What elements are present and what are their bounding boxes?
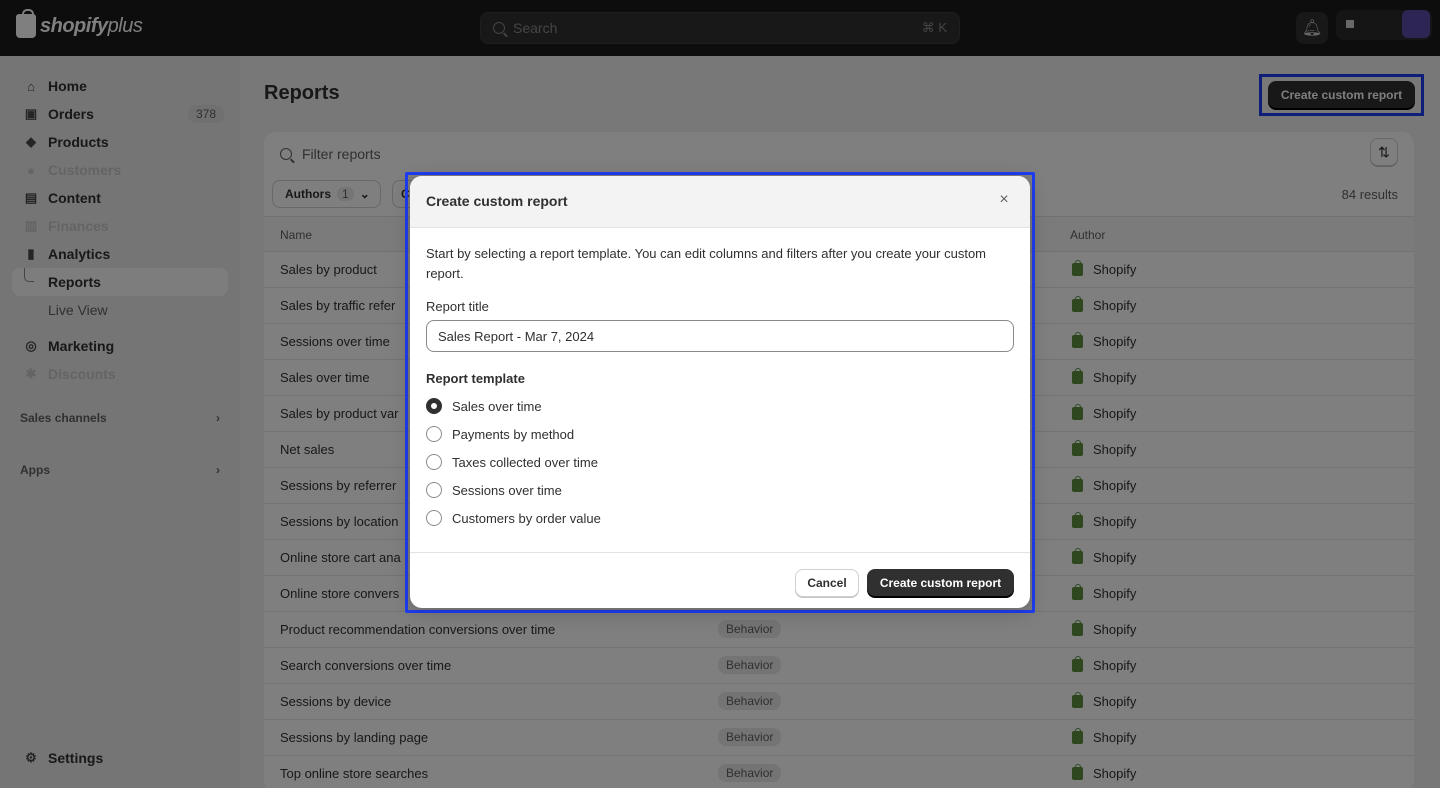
dialog-description: Start by selecting a report template. Yo… [426, 246, 987, 281]
radio-button[interactable] [426, 510, 442, 526]
submit-create-report-button[interactable]: Create custom report [867, 569, 1014, 597]
report-title-input[interactable]: Sales Report - Mar 7, 2024 [426, 320, 1014, 352]
report-template-label: Report template [426, 371, 525, 386]
cancel-button[interactable]: Cancel [795, 569, 859, 597]
template-option-label: Customers by order value [452, 510, 601, 526]
dialog-title: Create custom report [426, 193, 568, 209]
dialog-header: Create custom report × [410, 176, 1030, 228]
radio-button[interactable] [426, 482, 442, 498]
close-icon[interactable]: × [994, 190, 1014, 210]
template-option-label: Sessions over time [452, 482, 562, 498]
create-custom-report-dialog: Create custom report × Start by selectin… [410, 176, 1030, 608]
template-option-label: Taxes collected over time [452, 454, 598, 470]
template-radio-group: Sales over time Payments by method Taxes c… [426, 392, 1014, 532]
dialog-footer: Cancel Create custom report [410, 552, 1030, 608]
report-title-value: Sales Report - Mar 7, 2024 [438, 328, 595, 344]
template-option-label: Payments by method [452, 426, 575, 442]
template-option[interactable]: Customers by order value [426, 504, 1014, 532]
template-option[interactable]: Taxes collected over time [426, 448, 1014, 476]
report-title-label: Report title [426, 299, 489, 314]
template-option[interactable]: Payments by method [426, 420, 1014, 448]
dialog-body: Start by selecting a report template. Yo… [410, 228, 1030, 553]
template-option[interactable]: Sales over time [426, 392, 1014, 420]
radio-button[interactable] [426, 398, 442, 414]
template-option-label: Sales over time [452, 398, 542, 414]
radio-button[interactable] [426, 426, 442, 442]
template-option[interactable]: Sessions over time [426, 476, 1014, 504]
radio-button[interactable] [426, 454, 442, 470]
